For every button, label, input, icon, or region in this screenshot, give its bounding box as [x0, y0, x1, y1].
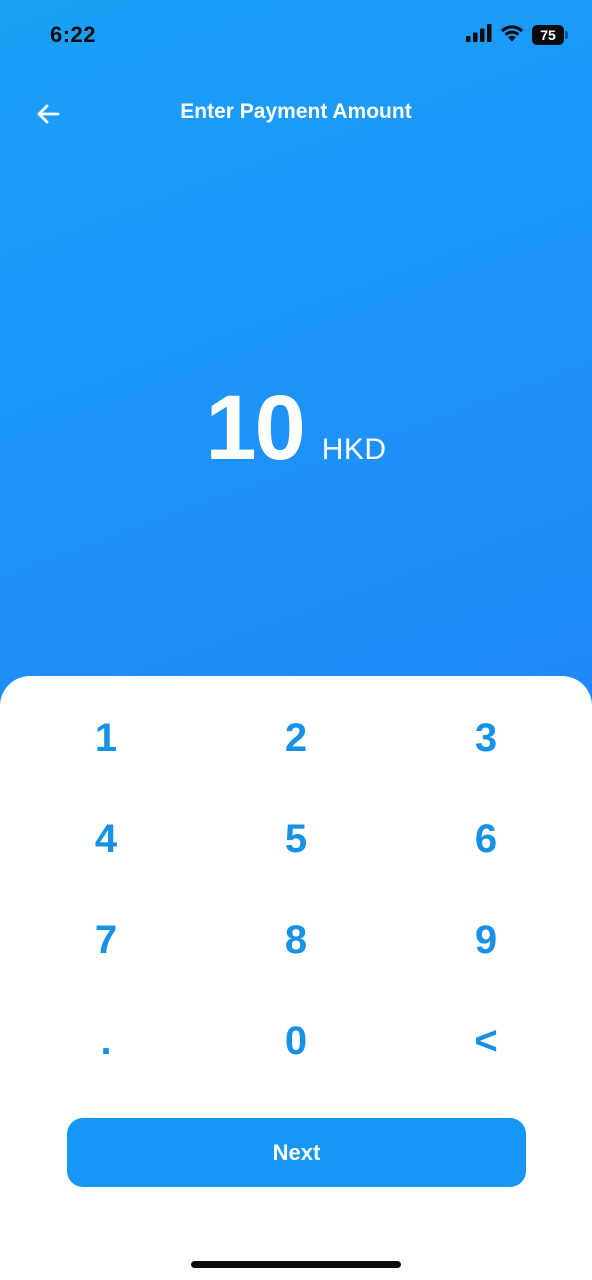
header: Enter Payment Amount: [0, 88, 592, 140]
page-title: Enter Payment Amount: [180, 100, 412, 123]
key-5[interactable]: 5: [201, 789, 391, 890]
amount-value: 10: [205, 377, 305, 479]
key-0[interactable]: 0: [201, 991, 391, 1092]
key-backspace[interactable]: <: [391, 991, 581, 1092]
amount-currency: HKD: [321, 433, 387, 466]
keypad-sheet: 1 2 3 4 5 6 7 8 9 . 0 < Next: [0, 676, 592, 1280]
wifi-icon: [500, 24, 524, 47]
key-4[interactable]: 4: [11, 789, 201, 890]
key-6[interactable]: 6: [391, 789, 581, 890]
status-bar: 6:22 75: [0, 0, 592, 72]
payment-amount-screen: 6:22 75 Enter Payment Amount 10 HKD 1 2 …: [0, 0, 592, 1280]
signal-icon: [466, 23, 492, 47]
key-3[interactable]: 3: [391, 688, 581, 789]
key-8[interactable]: 8: [201, 890, 391, 991]
key-7[interactable]: 7: [11, 890, 201, 991]
key-decimal[interactable]: .: [11, 991, 201, 1092]
amount-display: 10 HKD: [0, 378, 592, 478]
key-2[interactable]: 2: [201, 688, 391, 789]
battery-nub: [565, 31, 568, 39]
key-9[interactable]: 9: [391, 890, 581, 991]
next-button[interactable]: Next: [67, 1118, 526, 1187]
status-time: 6:22: [50, 22, 97, 47]
battery-icon: 75: [532, 25, 568, 45]
status-indicators: 75: [466, 22, 568, 48]
key-1[interactable]: 1: [11, 688, 201, 789]
battery-level: 75: [532, 25, 564, 45]
home-indicator: [191, 1261, 401, 1268]
numeric-keypad: 1 2 3 4 5 6 7 8 9 . 0 <: [0, 688, 592, 1092]
